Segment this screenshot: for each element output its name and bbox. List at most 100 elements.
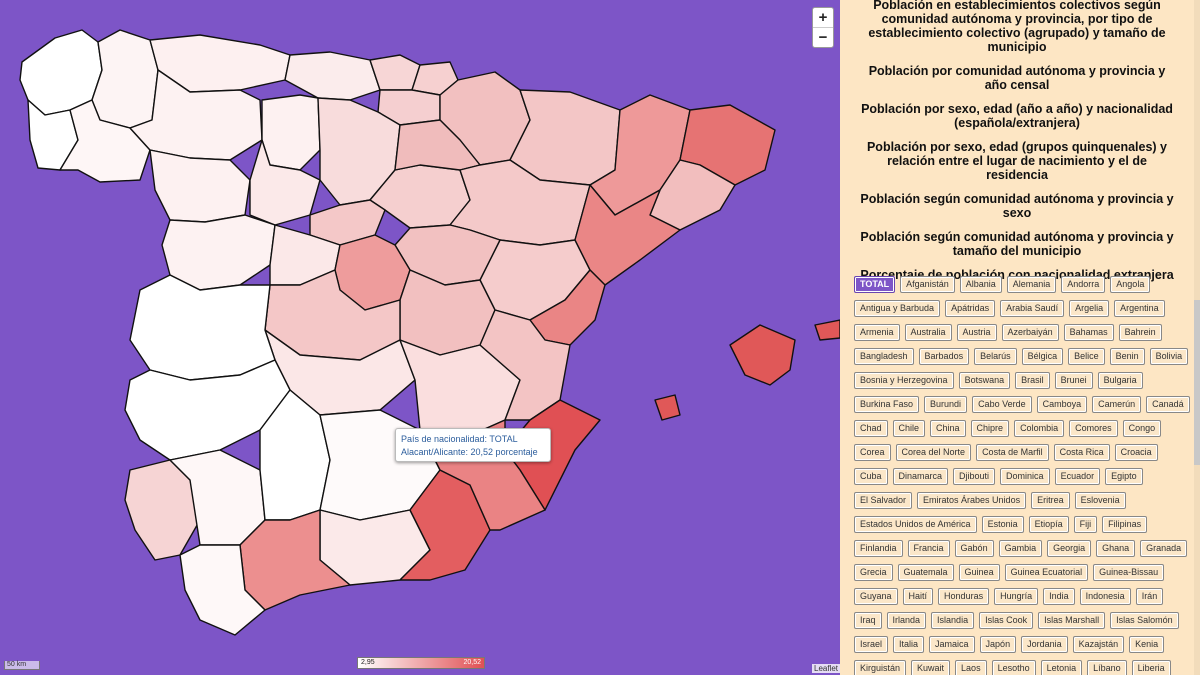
scrollbar-thumb[interactable] — [1194, 300, 1200, 465]
country-button[interactable]: Islas Salomón — [1110, 612, 1179, 629]
province-baleares-ibiza[interactable] — [654, 394, 681, 421]
dataset-link[interactable]: Población por comunidad autónoma y provi… — [858, 64, 1176, 92]
country-button[interactable]: Emiratos Árabes Unidos — [917, 492, 1027, 509]
country-button[interactable]: Burundi — [924, 396, 968, 413]
country-button[interactable]: Islas Marshall — [1038, 612, 1106, 629]
country-button[interactable]: Guinea-Bissau — [1093, 564, 1165, 581]
dataset-link[interactable]: Población por sexo, edad (grupos quinque… — [858, 140, 1176, 182]
country-button[interactable]: Belarús — [974, 348, 1017, 365]
country-button[interactable]: Ecuador — [1054, 468, 1101, 485]
country-button[interactable]: Benin — [1109, 348, 1145, 365]
country-button[interactable]: Cabo Verde — [972, 396, 1032, 413]
country-button[interactable]: Bulgaria — [1097, 372, 1143, 389]
country-button[interactable]: Hungría — [994, 588, 1039, 605]
country-button[interactable]: Corea — [854, 444, 891, 461]
country-button[interactable]: Bolivia — [1149, 348, 1189, 365]
country-button[interactable]: Camboya — [1036, 396, 1088, 413]
country-button[interactable]: Eritrea — [1031, 492, 1070, 509]
country-button[interactable]: Comores — [1069, 420, 1118, 437]
country-button[interactable]: China — [930, 420, 966, 437]
country-button[interactable]: Kenia — [1129, 636, 1165, 653]
country-button[interactable]: Bangladesh — [854, 348, 914, 365]
country-button[interactable]: Ghana — [1096, 540, 1136, 557]
country-button[interactable]: Brunei — [1054, 372, 1093, 389]
country-button[interactable]: Chile — [892, 420, 926, 437]
country-button[interactable]: Arabia Saudí — [1000, 300, 1065, 317]
country-button[interactable]: Bélgica — [1021, 348, 1064, 365]
country-button[interactable]: Jordania — [1021, 636, 1068, 653]
dataset-link[interactable]: Población según comunidad autónoma y pro… — [858, 230, 1176, 258]
country-button[interactable]: Burkina Faso — [854, 396, 920, 413]
country-button[interactable]: Albania — [959, 276, 1002, 293]
country-button[interactable]: Indonesia — [1079, 588, 1131, 605]
country-button[interactable]: Costa Rica — [1053, 444, 1110, 461]
country-button[interactable]: Armenia — [854, 324, 900, 341]
country-button[interactable]: Corea del Norte — [895, 444, 972, 461]
country-button[interactable]: Eslovenia — [1074, 492, 1126, 509]
country-button[interactable]: Barbados — [918, 348, 970, 365]
country-button[interactable]: Liberia — [1131, 660, 1171, 675]
country-button[interactable]: Irán — [1135, 588, 1164, 605]
province-baleares-mallorca[interactable] — [729, 324, 796, 386]
country-button[interactable]: Angola — [1110, 276, 1151, 293]
country-button[interactable]: Bosnia y Herzegovina — [854, 372, 954, 389]
country-button[interactable]: Colombia — [1014, 420, 1065, 437]
country-button[interactable]: Chipre — [970, 420, 1010, 437]
country-button[interactable]: El Salvador — [854, 492, 913, 509]
country-button[interactable]: Guinea — [958, 564, 1000, 581]
province-baleares-menorca[interactable] — [814, 319, 840, 341]
country-button[interactable]: Austria — [956, 324, 997, 341]
country-button[interactable]: Brasil — [1015, 372, 1050, 389]
country-button[interactable]: Islas Cook — [979, 612, 1034, 629]
attribution-link[interactable]: Leaflet — [812, 664, 840, 673]
country-button[interactable]: Etiopía — [1028, 516, 1069, 533]
country-button[interactable]: Grecia — [854, 564, 893, 581]
country-button[interactable]: Lesotho — [991, 660, 1036, 675]
choropleth-map[interactable]: + − País de nacionalidad: TOTAL Alacant/… — [0, 0, 840, 675]
country-button[interactable]: Israel — [854, 636, 889, 653]
panel-scrollbar[interactable] — [1194, 0, 1200, 675]
country-button[interactable]: Australia — [904, 324, 952, 341]
country-button[interactable]: Laos — [955, 660, 987, 675]
country-button[interactable]: Kirguistán — [854, 660, 907, 675]
country-button[interactable]: Honduras — [938, 588, 990, 605]
country-button[interactable]: Letonia — [1040, 660, 1083, 675]
country-button[interactable]: Islandia — [931, 612, 975, 629]
country-button[interactable]: Afganistán — [900, 276, 955, 293]
country-button[interactable]: Guinea Ecuatorial — [1004, 564, 1089, 581]
country-button[interactable]: Guyana — [854, 588, 898, 605]
country-button[interactable]: Alemania — [1006, 276, 1057, 293]
country-button[interactable]: Dominica — [1000, 468, 1050, 485]
zoom-in-button[interactable]: + — [813, 8, 833, 27]
province-palencia[interactable] — [261, 94, 321, 171]
country-button[interactable]: Cuba — [854, 468, 888, 485]
country-button[interactable]: Canadá — [1146, 396, 1190, 413]
country-button[interactable]: Camerún — [1092, 396, 1142, 413]
country-button[interactable]: Andorra — [1061, 276, 1106, 293]
province-cantabria[interactable] — [284, 51, 381, 101]
country-button[interactable]: Chad — [854, 420, 888, 437]
country-button[interactable]: Filipinas — [1102, 516, 1148, 533]
country-button[interactable]: Antigua y Barbuda — [854, 300, 941, 317]
country-button[interactable]: Gambia — [998, 540, 1043, 557]
country-button[interactable]: Líbano — [1087, 660, 1127, 675]
country-button[interactable]: Francia — [907, 540, 950, 557]
country-button[interactable]: Estonia — [981, 516, 1024, 533]
country-button[interactable]: Gabón — [954, 540, 994, 557]
country-button[interactable]: Finlandia — [854, 540, 903, 557]
country-button[interactable]: Georgia — [1047, 540, 1092, 557]
zoom-out-button[interactable]: − — [813, 27, 833, 47]
country-button[interactable]: Azerbaiyán — [1001, 324, 1059, 341]
country-button[interactable]: Bahamas — [1063, 324, 1114, 341]
country-button[interactable]: Croacia — [1114, 444, 1158, 461]
country-button[interactable]: Egipto — [1105, 468, 1143, 485]
country-button[interactable]: Fiji — [1073, 516, 1098, 533]
country-button[interactable]: Japón — [979, 636, 1017, 653]
dataset-link[interactable]: Población según comunidad autónoma y pro… — [858, 192, 1176, 220]
dataset-link[interactable]: Población por sexo, edad (año a año) y n… — [858, 102, 1176, 130]
country-button[interactable]: Belice — [1068, 348, 1105, 365]
country-button[interactable]: Jamaica — [929, 636, 975, 653]
country-button[interactable]: Djibouti — [953, 468, 996, 485]
province-caceres[interactable] — [129, 274, 276, 381]
country-button[interactable]: Costa de Marfil — [976, 444, 1049, 461]
